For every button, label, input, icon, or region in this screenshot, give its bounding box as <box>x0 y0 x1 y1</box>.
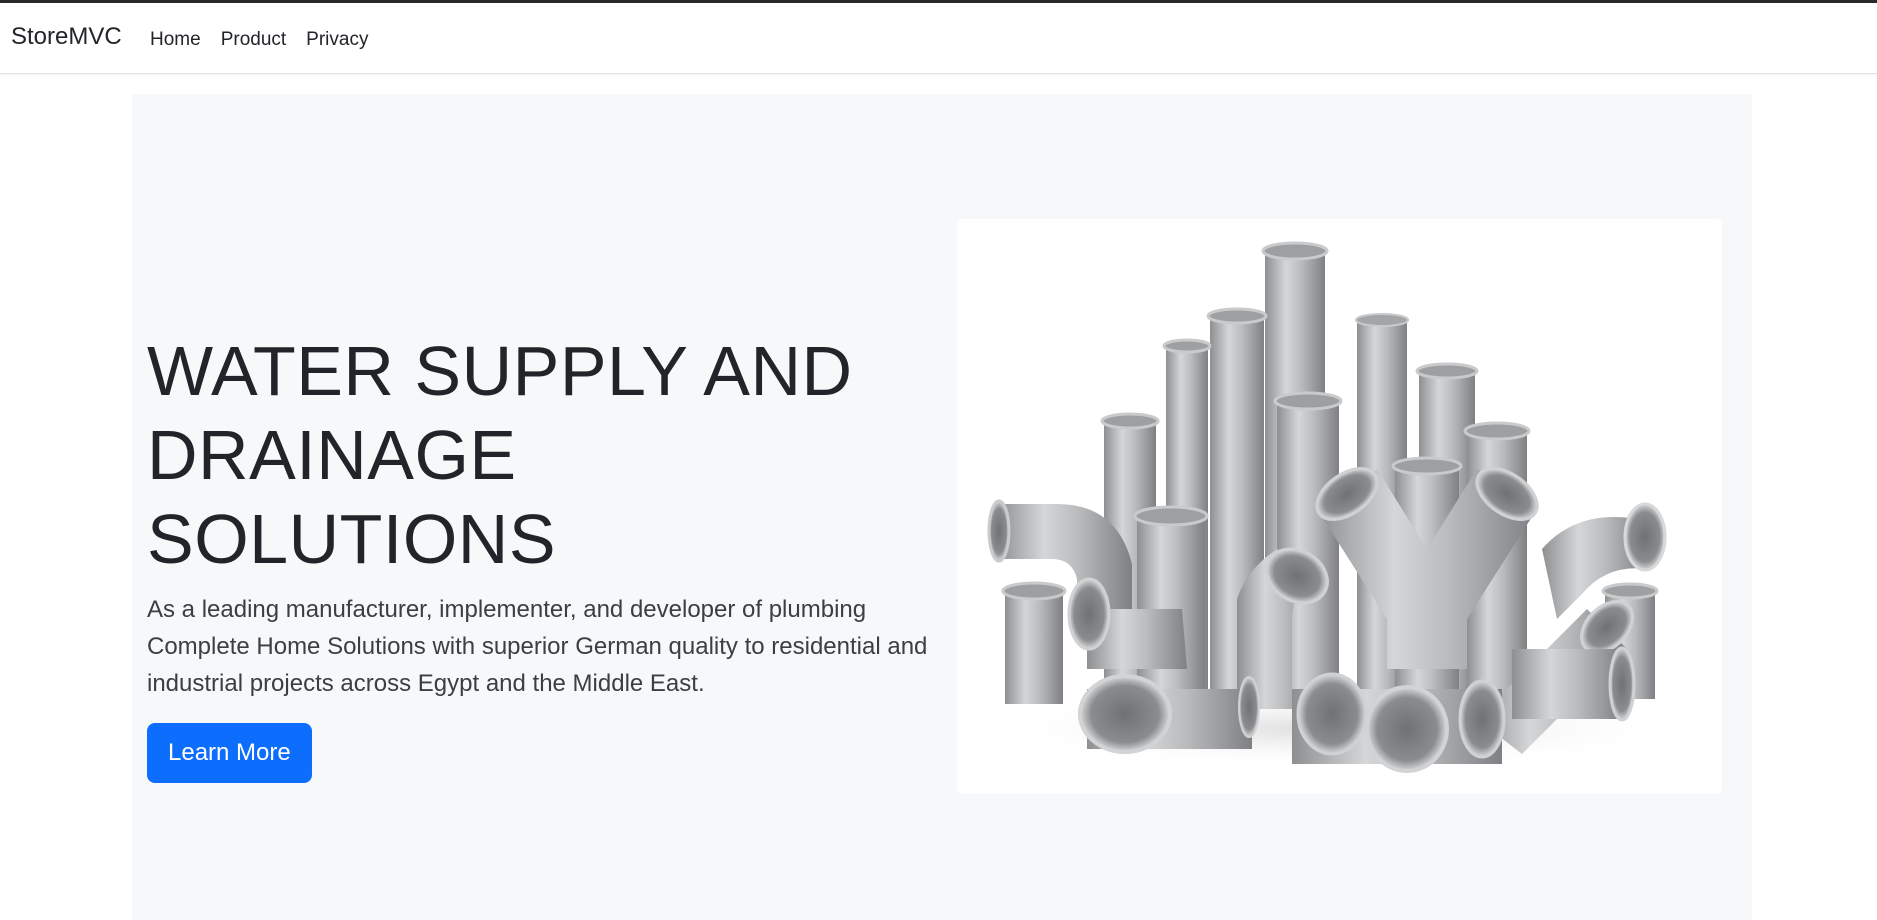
hero-description: As a leading manufacturer, implementer, … <box>147 596 928 697</box>
hero-text-block: WATER SUPPLY AND DRAINAGE SOLUTIONS As a… <box>147 329 927 783</box>
nav-link-privacy[interactable]: Privacy <box>296 28 378 52</box>
navbar: StoreMVC Home Product Privacy <box>0 3 1877 74</box>
hero-title-line2: DRAINAGE SOLUTIONS <box>147 416 557 578</box>
nav-link-product[interactable]: Product <box>211 28 296 52</box>
learn-more-button[interactable]: Learn More <box>147 723 312 783</box>
pipes-image <box>957 219 1722 794</box>
nav-links: Home Product Privacy <box>140 28 378 52</box>
nav-link-home[interactable]: Home <box>140 28 211 52</box>
hero-title-line1: WATER SUPPLY AND <box>147 332 853 410</box>
brand-link[interactable]: StoreMVC <box>11 23 122 51</box>
hero-section: WATER SUPPLY AND DRAINAGE SOLUTIONS As a… <box>132 94 1752 920</box>
hero-title: WATER SUPPLY AND DRAINAGE SOLUTIONS <box>147 329 927 581</box>
